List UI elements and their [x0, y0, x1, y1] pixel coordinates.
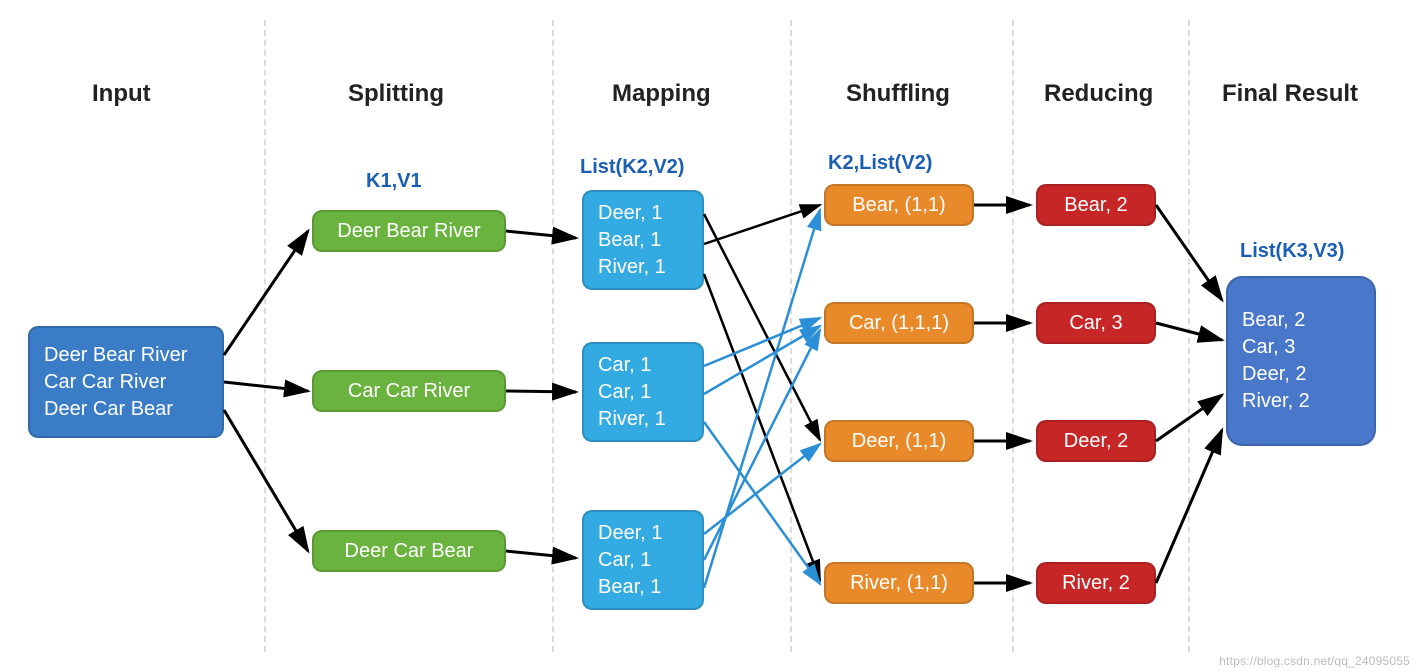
header-shuffling: Shuffling — [846, 80, 950, 108]
shuffle-text: Car, (1,1,1) — [849, 310, 949, 337]
divider — [1012, 20, 1014, 652]
map-line: River, 1 — [598, 254, 688, 281]
reduce-text: Deer, 2 — [1064, 428, 1128, 455]
input-box: Deer Bear River Car Car River Deer Car B… — [28, 326, 224, 438]
map-box-3: Deer, 1 Car, 1 Bear, 1 — [582, 510, 704, 610]
split-text: Car Car River — [348, 378, 470, 405]
header-reducing: Reducing — [1044, 80, 1153, 108]
label-listk3v3: List(K3,V3) — [1240, 240, 1344, 263]
header-input: Input — [92, 80, 151, 108]
map-line: River, 1 — [598, 406, 688, 433]
split-text: Deer Car Bear — [345, 538, 474, 565]
shuffle-text: River, (1,1) — [850, 570, 948, 597]
reduce-text: Bear, 2 — [1064, 192, 1127, 219]
label-k1v1: K1,V1 — [366, 170, 422, 193]
final-line: Car, 3 — [1242, 334, 1360, 361]
input-line: Deer Bear River — [44, 342, 208, 369]
map-line: Bear, 1 — [598, 227, 688, 254]
final-line: River, 2 — [1242, 388, 1360, 415]
map-line: Car, 1 — [598, 352, 688, 379]
reduce-box-4: River, 2 — [1036, 562, 1156, 604]
map-line: Car, 1 — [598, 547, 688, 574]
shuffle-box-1: Bear, (1,1) — [824, 184, 974, 226]
split-text: Deer Bear River — [337, 218, 480, 245]
shuffle-box-3: Deer, (1,1) — [824, 420, 974, 462]
split-box-2: Car Car River — [312, 370, 506, 412]
map-line: Deer, 1 — [598, 520, 688, 547]
final-line: Bear, 2 — [1242, 307, 1360, 334]
divider — [264, 20, 266, 652]
header-final: Final Result — [1222, 80, 1358, 108]
reduce-box-3: Deer, 2 — [1036, 420, 1156, 462]
map-box-2: Car, 1 Car, 1 River, 1 — [582, 342, 704, 442]
divider — [790, 20, 792, 652]
shuffle-text: Deer, (1,1) — [852, 428, 946, 455]
reduce-box-1: Bear, 2 — [1036, 184, 1156, 226]
label-listk2v2: List(K2,V2) — [580, 156, 684, 179]
input-line: Deer Car Bear — [44, 396, 208, 423]
input-line: Car Car River — [44, 369, 208, 396]
shuffle-box-2: Car, (1,1,1) — [824, 302, 974, 344]
map-box-1: Deer, 1 Bear, 1 River, 1 — [582, 190, 704, 290]
watermark: https://blog.csdn.net/qq_24095055 — [1219, 654, 1410, 668]
map-line: Deer, 1 — [598, 200, 688, 227]
split-box-1: Deer Bear River — [312, 210, 506, 252]
divider — [1188, 20, 1190, 652]
reduce-text: Car, 3 — [1069, 310, 1122, 337]
map-line: Bear, 1 — [598, 574, 688, 601]
map-line: Car, 1 — [598, 379, 688, 406]
reduce-text: River, 2 — [1062, 570, 1130, 597]
shuffle-text: Bear, (1,1) — [852, 192, 945, 219]
shuffle-box-4: River, (1,1) — [824, 562, 974, 604]
divider — [552, 20, 554, 652]
header-mapping: Mapping — [612, 80, 711, 108]
header-splitting: Splitting — [348, 80, 444, 108]
reduce-box-2: Car, 3 — [1036, 302, 1156, 344]
split-box-3: Deer Car Bear — [312, 530, 506, 572]
label-k2listv2: K2,List(V2) — [828, 152, 932, 175]
final-line: Deer, 2 — [1242, 361, 1360, 388]
final-box: Bear, 2 Car, 3 Deer, 2 River, 2 — [1226, 276, 1376, 446]
